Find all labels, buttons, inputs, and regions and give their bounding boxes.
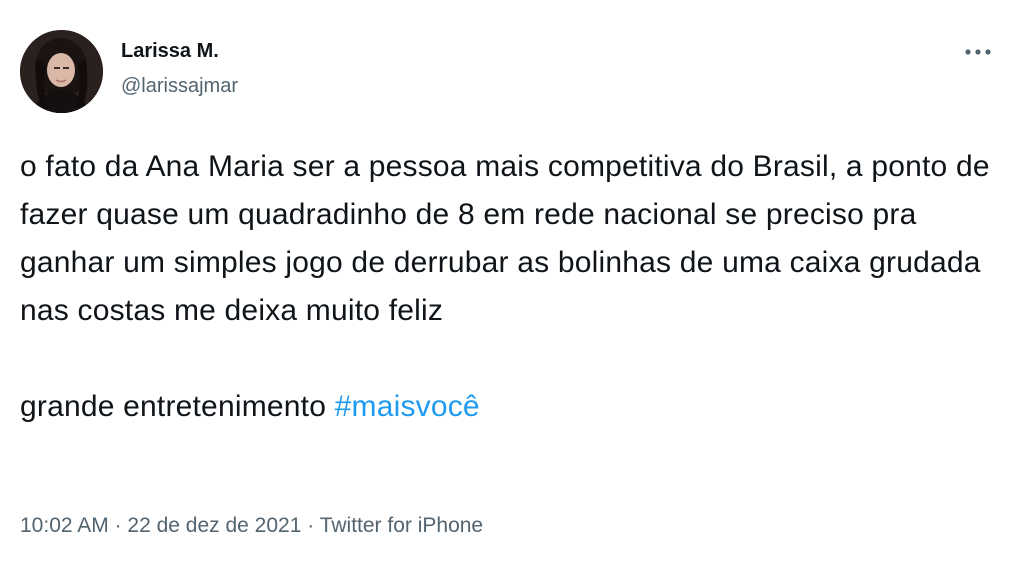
- tweet-paragraph: grande entretenimento #maisvocê: [20, 383, 1010, 431]
- hashtag-link[interactable]: #maisvocê: [335, 390, 480, 423]
- tweet-time[interactable]: 10:02 AM: [20, 514, 109, 537]
- display-name[interactable]: Larissa M.: [121, 38, 238, 64]
- tweet-paragraph-text: grande entretenimento: [20, 390, 335, 423]
- more-horizontal-icon: [965, 49, 991, 55]
- tweet-metadata: 10:02 AM · 22 de dez de 2021 · Twitter f…: [20, 512, 483, 540]
- meta-separator: ·: [108, 514, 128, 537]
- tweet-source[interactable]: Twitter for iPhone: [320, 514, 483, 537]
- user-handle[interactable]: @larissajmar: [121, 73, 238, 99]
- author-info[interactable]: Larissa M. @larissajmar: [121, 38, 238, 99]
- tweet-date[interactable]: 22 de dez de 2021: [127, 514, 301, 537]
- tweet-text: o fato da Ana Maria ser a pessoa mais co…: [20, 143, 1010, 431]
- meta-separator: ·: [301, 514, 320, 537]
- tweet-paragraph: o fato da Ana Maria ser a pessoa mais co…: [20, 150, 990, 327]
- avatar[interactable]: [20, 30, 103, 113]
- tweet-card: Larissa M. @larissajmar o fato da Ana Ma…: [0, 0, 1024, 566]
- more-options-button[interactable]: [960, 38, 996, 66]
- profile-photo-icon: [20, 30, 103, 113]
